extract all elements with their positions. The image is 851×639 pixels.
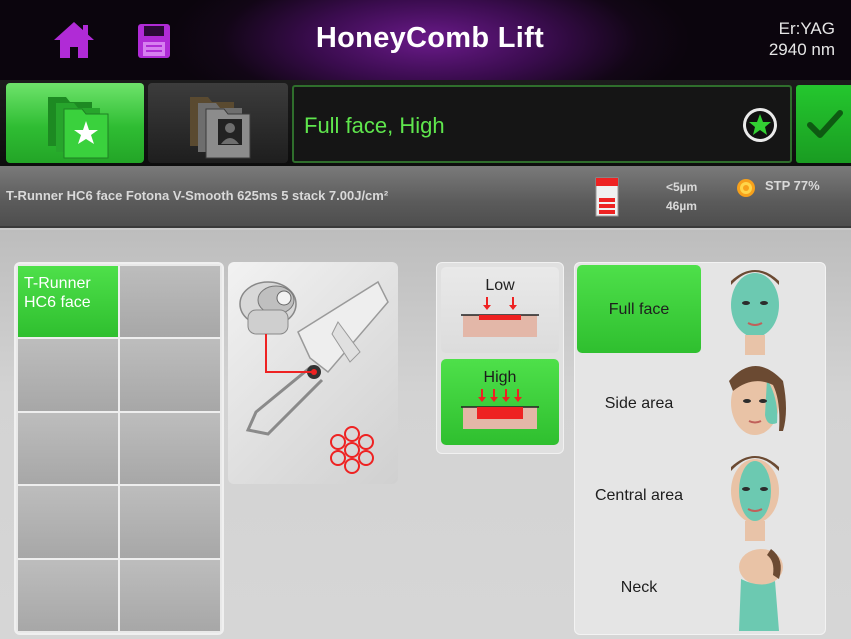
tab-presets[interactable] — [6, 83, 144, 163]
low-depth-icon — [461, 297, 539, 337]
intensity-high-option[interactable]: High — [441, 359, 559, 445]
area-side[interactable]: Side area — [577, 359, 701, 447]
area-full-face[interactable]: Full face — [577, 265, 701, 353]
handpiece-slot[interactable] — [120, 559, 220, 631]
intensity-high-label: High — [483, 369, 517, 386]
confirm-button[interactable] — [796, 85, 851, 163]
save-icon — [138, 24, 170, 58]
handpiece-slot[interactable] — [120, 339, 220, 411]
title-bar: HoneyComb Lift Er:YAG 2940 nm — [0, 0, 851, 80]
handpiece-slot[interactable] — [120, 486, 220, 558]
area-side-label: Side area — [604, 395, 674, 412]
face-side-icon — [729, 366, 786, 435]
treatment-area-selector: Full face Side area Central area Neck — [574, 262, 826, 635]
stack-depth-icon — [595, 177, 619, 217]
program-name: Full face, High — [304, 113, 445, 138]
parameter-summary: T-Runner HC6 face Fotona V-Smooth 625ms … — [6, 188, 389, 203]
handpiece-slot[interactable] — [120, 266, 220, 338]
area-neck[interactable]: Neck — [577, 543, 701, 631]
handpiece-slot[interactable] — [18, 339, 118, 411]
handpiece-image — [239, 280, 389, 474]
honeycomb-icon — [330, 426, 374, 474]
laser-type: Er:YAG 2940 nm — [769, 18, 835, 60]
handpiece-image-card — [228, 262, 398, 484]
program-name-field[interactable]: Full face, High — [292, 85, 792, 163]
face-full-icon — [731, 270, 779, 355]
face-central-icon — [731, 456, 779, 541]
handpiece-slot-selected[interactable]: T-Runner HC6 face — [18, 266, 118, 338]
user-folder-icon — [190, 97, 251, 159]
favorite-star-icon[interactable] — [742, 107, 778, 143]
intensity-low-option[interactable]: Low — [441, 267, 559, 353]
checkmark-icon — [807, 110, 843, 138]
intensity-selector: Low High — [436, 262, 564, 454]
handpiece-slot[interactable] — [120, 412, 220, 485]
area-full-face-label: Full face — [608, 301, 670, 318]
parameter-bar: T-Runner HC6 face Fotona V-Smooth 625ms … — [0, 166, 851, 228]
area-central-label: Central area — [594, 487, 684, 504]
laser-wavelength: 2940 nm — [768, 40, 835, 59]
handpiece-grid: T-Runner HC6 face — [14, 262, 224, 635]
home-button[interactable] — [52, 20, 96, 60]
spot-icon — [737, 179, 755, 197]
intensity-low-label: Low — [485, 277, 515, 294]
high-depth-icon — [461, 389, 539, 429]
tab-user-programs[interactable] — [148, 83, 288, 163]
app-title: HoneyComb Lift — [315, 22, 545, 54]
star-folder-icon — [48, 97, 109, 159]
handpiece-slot[interactable] — [18, 559, 118, 631]
handpiece-slot[interactable] — [18, 486, 118, 558]
save-button[interactable] — [134, 22, 174, 60]
laser-name: Er:YAG — [778, 19, 835, 38]
ablation-depth: <5µm — [666, 180, 698, 194]
handpiece-slot[interactable] — [18, 412, 118, 485]
depth-values: <5µm 46µm — [666, 178, 697, 216]
area-central[interactable]: Central area — [577, 451, 701, 539]
neck-icon — [739, 549, 783, 631]
home-icon — [54, 22, 94, 58]
stp-value: STP 77% — [765, 178, 820, 193]
coagulation-depth: 46µm — [666, 199, 697, 213]
area-neck-label: Neck — [620, 579, 658, 596]
